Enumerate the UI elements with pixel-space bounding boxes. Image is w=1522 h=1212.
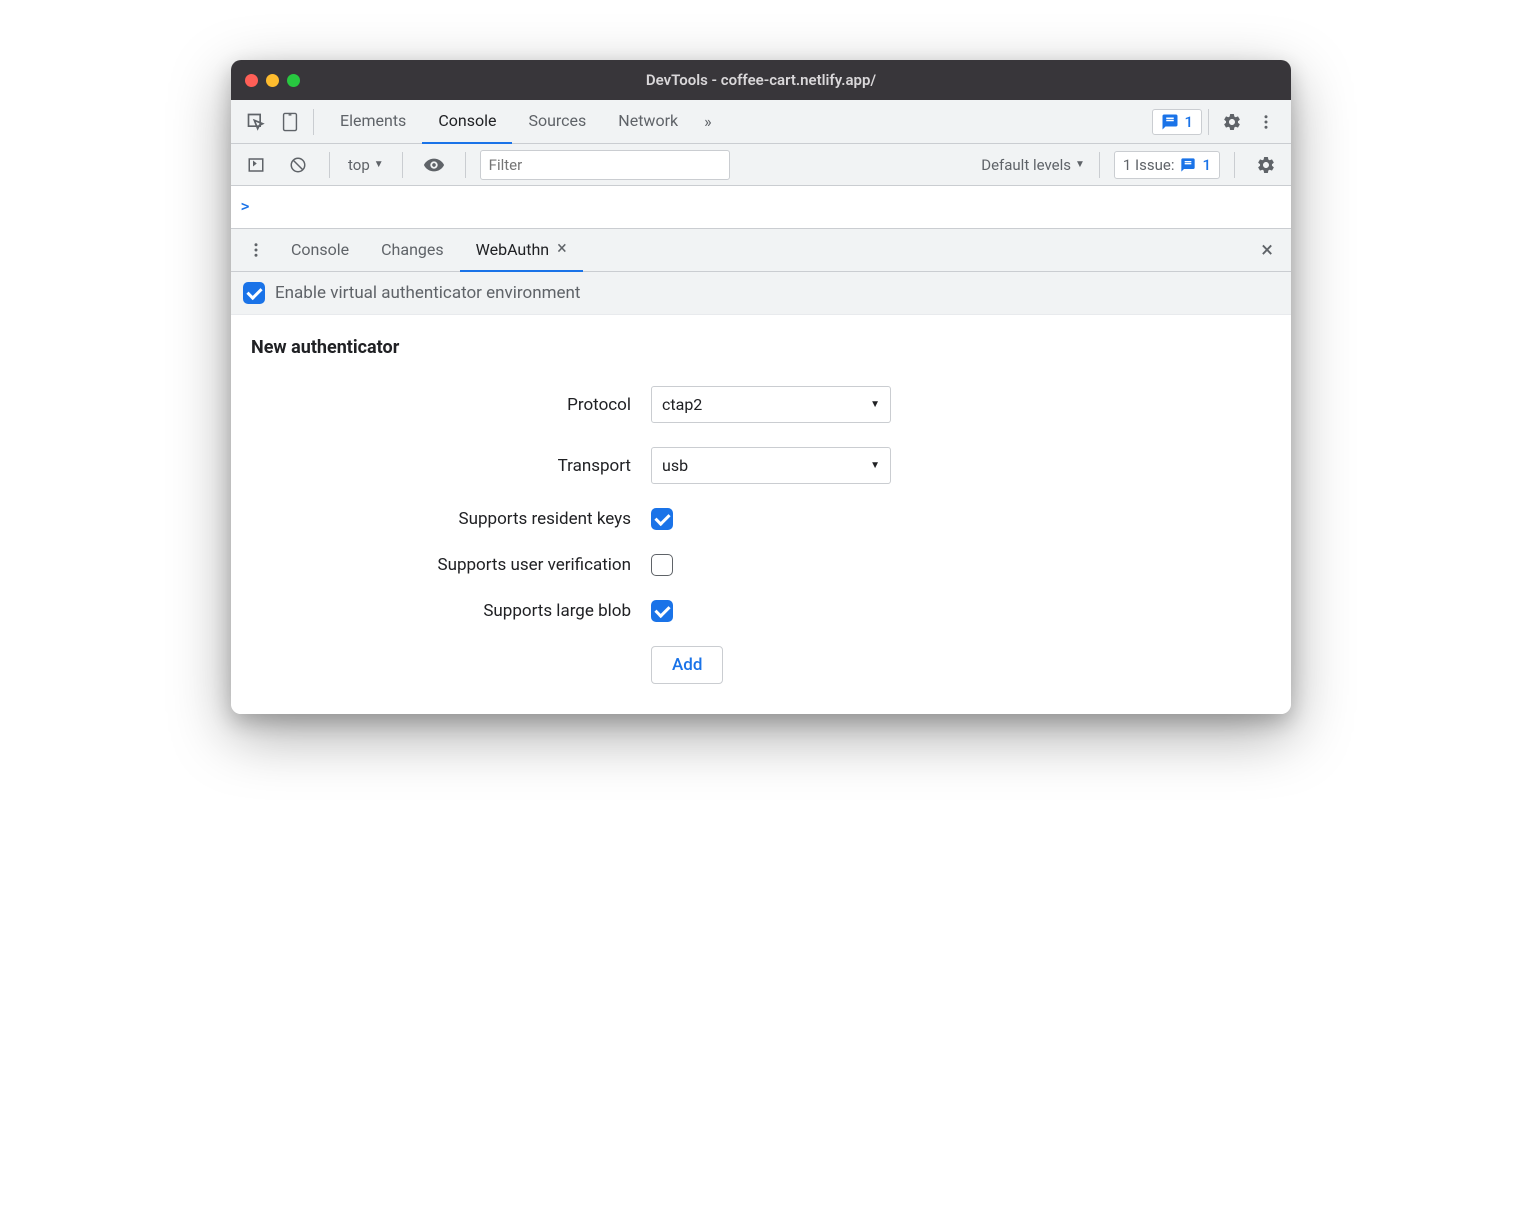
drawer-tabs: Console Changes WebAuthn ×	[275, 228, 583, 272]
section-title: New authenticator	[251, 337, 1271, 358]
divider	[1099, 152, 1100, 178]
clear-console-icon[interactable]	[281, 148, 315, 182]
large-blob-checkbox[interactable]	[651, 600, 673, 622]
tab-console[interactable]: Console	[422, 100, 512, 144]
divider	[1208, 109, 1209, 135]
message-icon	[1161, 113, 1179, 131]
settings-icon[interactable]	[1215, 105, 1249, 139]
drawer-menu-icon[interactable]	[239, 233, 273, 267]
protocol-label: Protocol	[251, 395, 651, 415]
titlebar: DevTools - coffee-cart.netlify.app/	[231, 60, 1291, 100]
tab-network[interactable]: Network	[602, 100, 694, 144]
dropdown-icon: ▼	[374, 159, 384, 170]
protocol-row: Protocol ctap2 ▼	[251, 386, 1271, 423]
window-controls	[245, 74, 300, 87]
issues-count: 1	[1202, 156, 1211, 174]
main-tabs: Elements Console Sources Network »	[324, 100, 722, 144]
more-menu-icon[interactable]	[1249, 105, 1283, 139]
drawer-tab-webauthn[interactable]: WebAuthn ×	[460, 228, 583, 272]
dropdown-icon: ▼	[870, 399, 880, 410]
large-blob-row: Supports large blob	[251, 600, 1271, 622]
close-tab-icon[interactable]: ×	[557, 240, 567, 258]
user-verification-checkbox[interactable]	[651, 554, 673, 576]
divider	[402, 152, 403, 178]
user-verification-label: Supports user verification	[251, 555, 651, 575]
enable-bar: Enable virtual authenticator environment	[231, 272, 1291, 315]
messages-badge[interactable]: 1	[1152, 109, 1202, 135]
message-icon	[1180, 157, 1196, 173]
console-settings-icon[interactable]	[1249, 148, 1283, 182]
live-expression-icon[interactable]	[417, 148, 451, 182]
messages-count: 1	[1184, 113, 1193, 131]
tab-sources[interactable]: Sources	[512, 100, 602, 144]
user-verification-row: Supports user verification	[251, 554, 1271, 576]
close-window-button[interactable]	[245, 74, 258, 87]
drawer-tab-console[interactable]: Console	[275, 228, 365, 272]
resident-keys-checkbox[interactable]	[651, 508, 673, 530]
issues-button[interactable]: 1 Issue: 1	[1114, 151, 1220, 179]
dropdown-icon: ▼	[1075, 159, 1085, 170]
webauthn-panel: New authenticator Protocol ctap2 ▼ Trans…	[231, 315, 1291, 714]
drawer-toolbar: Console Changes WebAuthn × ×	[231, 228, 1291, 272]
device-toggle-icon[interactable]	[273, 105, 307, 139]
dropdown-icon: ▼	[870, 460, 880, 471]
drawer-tab-changes[interactable]: Changes	[365, 228, 460, 272]
console-prompt: >	[241, 199, 249, 215]
console-body[interactable]: >	[231, 186, 1291, 228]
maximize-window-button[interactable]	[287, 74, 300, 87]
resident-keys-label: Supports resident keys	[251, 509, 651, 529]
protocol-select[interactable]: ctap2 ▼	[651, 386, 891, 423]
more-tabs-button[interactable]: »	[694, 112, 722, 131]
context-value: top	[348, 156, 370, 174]
transport-row: Transport usb ▼	[251, 447, 1271, 484]
add-button[interactable]: Add	[651, 646, 723, 684]
levels-label: Default levels	[981, 156, 1071, 174]
window-title: DevTools - coffee-cart.netlify.app/	[646, 71, 876, 89]
minimize-window-button[interactable]	[266, 74, 279, 87]
main-toolbar: Elements Console Sources Network » 1	[231, 100, 1291, 144]
protocol-value: ctap2	[662, 395, 702, 414]
transport-select[interactable]: usb ▼	[651, 447, 891, 484]
divider	[329, 152, 330, 178]
divider	[313, 109, 314, 135]
divider	[465, 152, 466, 178]
divider	[1234, 152, 1235, 178]
log-levels-selector[interactable]: Default levels ▼	[981, 156, 1085, 174]
filter-input[interactable]	[480, 150, 730, 180]
sidebar-toggle-icon[interactable]	[239, 148, 273, 182]
enable-virtual-authenticator-checkbox[interactable]	[243, 282, 265, 304]
tab-elements[interactable]: Elements	[324, 100, 422, 144]
close-drawer-icon[interactable]: ×	[1251, 238, 1283, 263]
large-blob-label: Supports large blob	[251, 601, 651, 621]
resident-keys-row: Supports resident keys	[251, 508, 1271, 530]
context-selector[interactable]: top ▼	[344, 156, 388, 174]
transport-label: Transport	[251, 456, 651, 476]
console-toolbar: top ▼ Default levels ▼ 1 Issue: 1	[231, 144, 1291, 186]
transport-value: usb	[662, 456, 688, 475]
enable-label: Enable virtual authenticator environment	[275, 283, 580, 303]
devtools-window: DevTools - coffee-cart.netlify.app/ Elem…	[231, 60, 1291, 714]
inspect-element-icon[interactable]	[239, 105, 273, 139]
issues-prefix: 1 Issue:	[1123, 156, 1175, 174]
